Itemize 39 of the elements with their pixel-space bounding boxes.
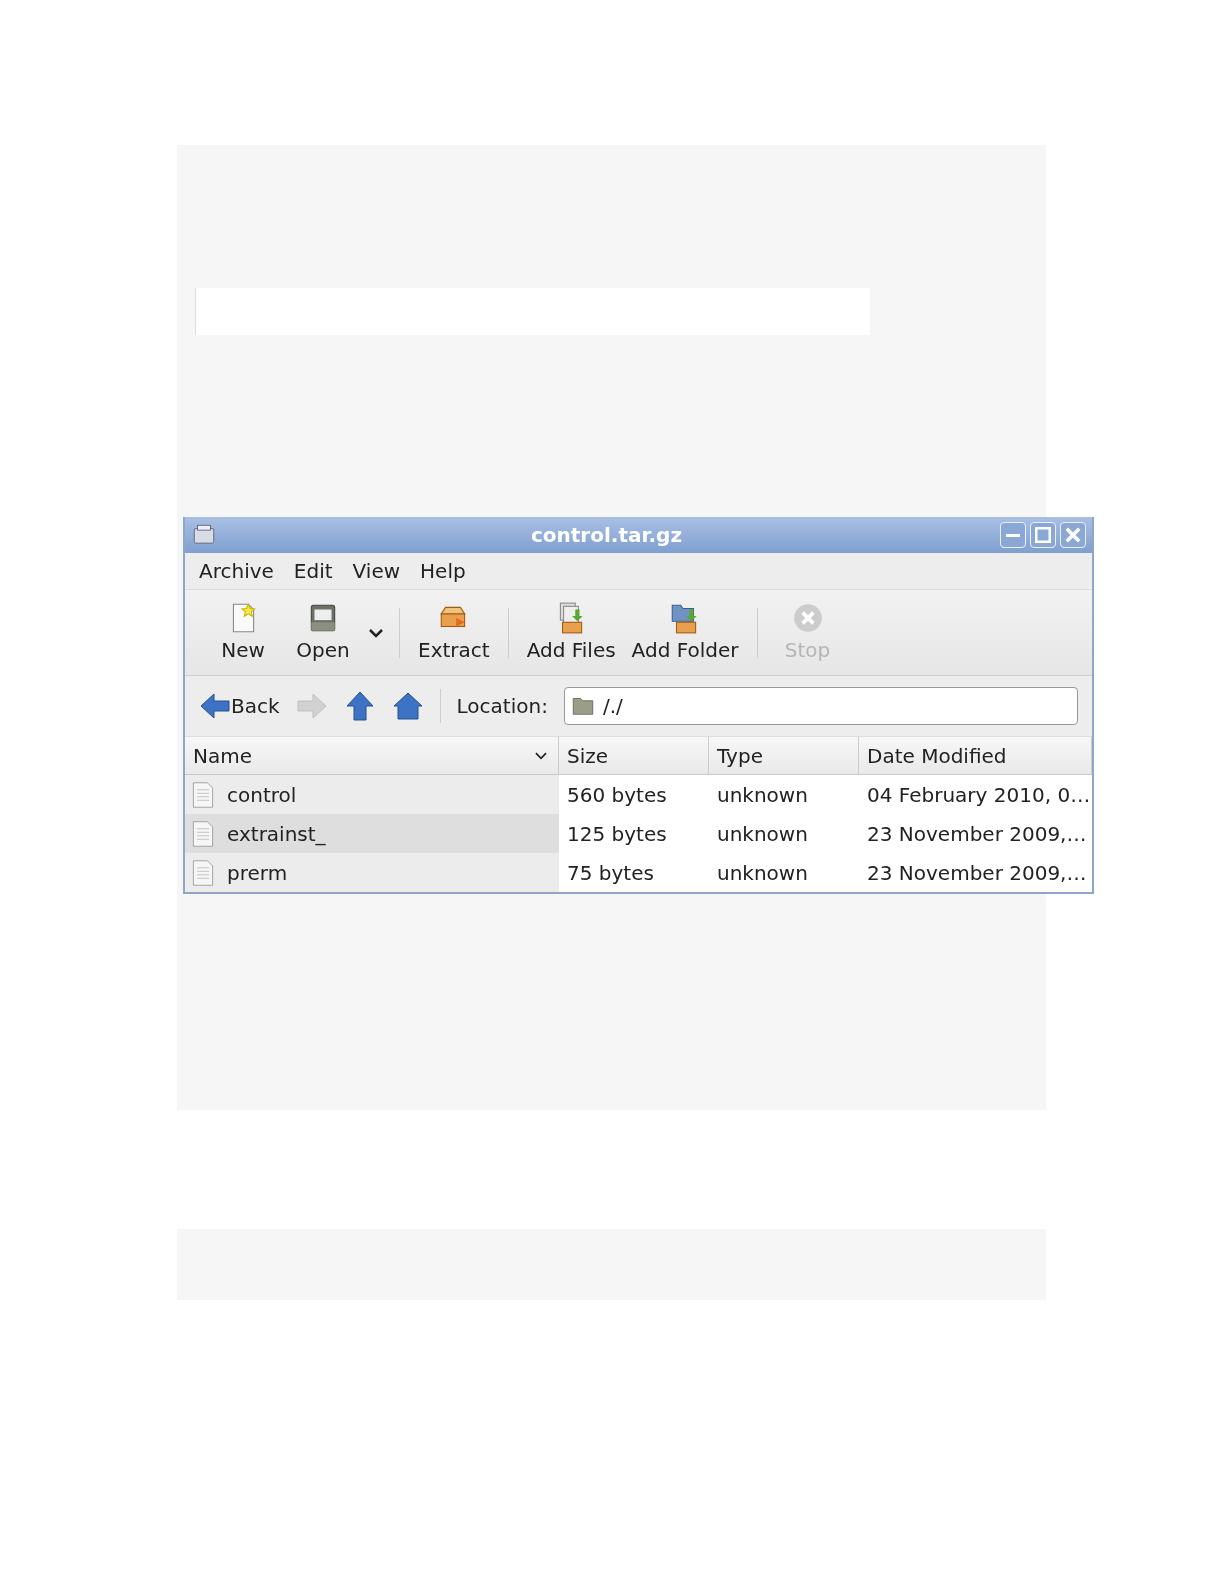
minimize-button[interactable] (1000, 522, 1026, 548)
file-name: control (227, 781, 297, 809)
toolbar-button[interactable]: Open (283, 596, 363, 669)
nav-button[interactable]: Back (199, 690, 280, 722)
table-cell-text: 560 bytes (566, 781, 668, 809)
nav-button[interactable] (391, 690, 424, 722)
home-icon (391, 690, 424, 722)
toolbar-button[interactable]: Add Folder (623, 596, 747, 669)
location-label: Location: (456, 693, 548, 720)
close-button[interactable] (1060, 522, 1086, 548)
location-field[interactable]: /./ (563, 687, 1078, 725)
close-icon (1065, 527, 1081, 543)
table-cell-text: 23 November 2009,… (866, 820, 1088, 848)
file-name: extrainst_ (227, 820, 326, 848)
table-cell-text: unknown (716, 820, 809, 848)
column-header[interactable]: Name (185, 737, 559, 774)
table-cell-text: 125 bytes (566, 820, 668, 848)
table-cell-text: 75 bytes (566, 859, 655, 887)
column-header[interactable]: Type (709, 737, 859, 774)
menu-item[interactable]: Edit (293, 556, 333, 586)
back-arrow-icon (199, 690, 231, 722)
table-cell-text: 04 February 2010, 0… (866, 781, 1092, 809)
menu-item[interactable]: Archive (199, 556, 274, 586)
column-header[interactable]: Date Modified (859, 737, 1092, 774)
toolbar-button[interactable]: Extract (410, 596, 498, 669)
toolbar-button[interactable]: Add Files (518, 596, 624, 669)
nav-button[interactable] (343, 690, 376, 722)
column-header[interactable]: Size (559, 737, 709, 774)
menu-item[interactable]: Help (420, 556, 466, 586)
table-cell-text: unknown (716, 781, 809, 809)
up-arrow-icon (343, 690, 376, 722)
maximize-icon (1035, 527, 1051, 543)
file-name: prerm (227, 859, 288, 887)
maximize-button[interactable] (1030, 522, 1056, 548)
toolbar-button[interactable]: New (203, 596, 283, 669)
window-title: control.tar.gz (529, 522, 684, 549)
menu-item[interactable]: View (352, 556, 401, 586)
table-cell-text: unknown (716, 859, 809, 887)
table-cell-text: 23 November 2009,… (866, 859, 1088, 887)
